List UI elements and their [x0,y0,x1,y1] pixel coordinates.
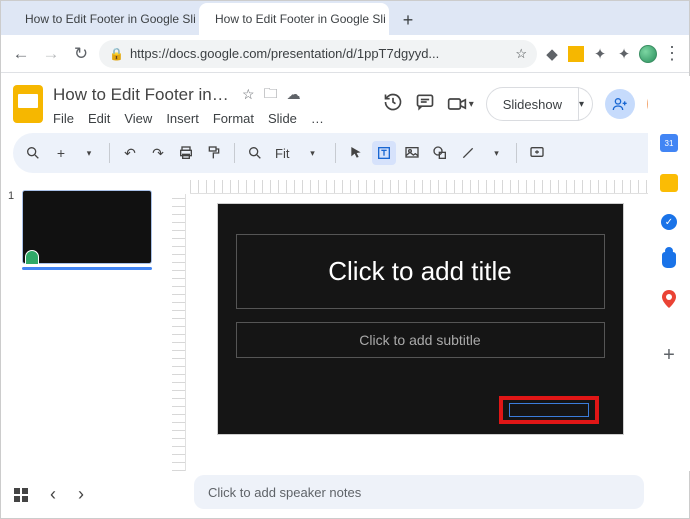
extensions-puzzle-icon[interactable]: ✦ [615,45,633,63]
calendar-icon[interactable] [660,134,678,152]
menu-file[interactable]: File [53,111,74,126]
browser-tab-1[interactable]: How to Edit Footer in Google Sli × [199,3,389,35]
slideshow-button[interactable]: Slideshow [486,87,579,121]
thumb-1-selection [22,267,152,270]
browser-tabstrip: How to Edit Footer in Google Sli × How t… [1,1,689,35]
toolbar-paint-format-button[interactable] [202,141,226,165]
menu-format[interactable]: Format [213,111,254,126]
menu-insert[interactable]: Insert [166,111,199,126]
thumb-1-number: 1 [8,190,16,264]
meet-caret-icon: ▾ [469,99,474,110]
extension-3-icon[interactable]: ✦ [591,45,609,63]
share-button[interactable] [605,89,635,119]
toolbar-zoom-button[interactable] [243,141,267,165]
nav-back-button[interactable]: ← [9,44,33,64]
ruler-vertical[interactable] [172,194,186,471]
browser-tab-0[interactable]: How to Edit Footer in Google Sli × [9,3,199,35]
lock-icon: 🔒 [109,47,124,61]
toolbar-zoom-caret[interactable]: ▾ [297,141,327,165]
profile-avatar-icon[interactable] [639,45,657,63]
extension-1-icon[interactable]: ◆ [543,45,561,63]
doc-move-icon[interactable]: 🗀 [264,83,278,107]
toolbar-undo-button[interactable]: ↶ [118,141,142,165]
next-slide-button[interactable]: › [78,484,84,505]
toolbar-search-button[interactable] [21,141,45,165]
side-panel: + [648,76,690,471]
browser-menu-button[interactable]: ⋮ [663,43,681,64]
url-text: https://docs.google.com/presentation/d/1… [130,46,509,61]
toolbar-line-button[interactable] [456,141,480,165]
toolbar: + ▾ ↶ ↷ Fit ▾ ▾ ⌃ [13,133,677,173]
address-bar[interactable]: 🔒 https://docs.google.com/presentation/d… [99,40,537,68]
tasks-icon[interactable] [661,214,677,230]
thumb-1[interactable] [22,190,152,264]
toolbar-new-slide-button[interactable]: + [49,141,73,165]
filmstrip[interactable]: 1 [0,180,172,471]
toolbar-print-button[interactable] [174,141,198,165]
contacts-icon[interactable] [662,252,676,268]
highlight-annotation [499,396,599,424]
toolbar-new-slide-caret[interactable]: ▾ [77,141,101,165]
app-header: How to Edit Footer in G... ☆ 🗀 ☁ File Ed… [1,73,689,129]
browser-toolbar: ← → ↻ 🔒 https://docs.google.com/presenta… [1,35,689,73]
extension-2-icon[interactable] [567,45,585,63]
menu-bar: File Edit View Insert Format Slide … [53,111,373,126]
addons-plus-icon[interactable]: + [663,344,675,367]
browser-tab-1-title: How to Edit Footer in Google Sli [215,12,386,26]
slide-canvas[interactable]: Click to add title Click to add subtitle [218,204,623,434]
workarea: 1 Click to add title Click to add subtit… [0,180,648,471]
toolbar-select-button[interactable] [344,141,368,165]
doc-star-icon[interactable]: ☆ [242,86,255,103]
canvas-area: Click to add title Click to add subtitle [172,180,648,471]
history-icon[interactable] [383,92,403,117]
grid-view-button[interactable] [14,488,28,502]
toolbar-image-button[interactable] [400,141,424,165]
nav-forward-button[interactable]: → [39,44,63,64]
toolbar-redo-button[interactable]: ↷ [146,141,170,165]
theme-badge-icon [25,250,39,264]
toolbar-line-caret[interactable]: ▾ [484,141,508,165]
slides-logo-icon[interactable] [13,85,43,123]
toolbar-shape-button[interactable] [428,141,452,165]
maps-icon[interactable] [662,290,676,308]
doc-title[interactable]: How to Edit Footer in G... [53,85,233,105]
toolbar-zoom-label[interactable]: Fit [271,146,293,161]
menu-slide[interactable]: Slide [268,111,297,126]
subtitle-placeholder[interactable]: Click to add subtitle [236,322,605,358]
new-tab-button[interactable]: + [395,7,421,33]
menu-edit[interactable]: Edit [88,111,110,126]
meet-button[interactable]: ▾ [447,96,474,112]
keep-icon[interactable] [660,174,678,192]
ruler-horizontal[interactable] [190,180,648,194]
menu-view[interactable]: View [124,111,152,126]
slideshow-caret-button[interactable]: ▾ [571,87,593,121]
title-placeholder[interactable]: Click to add title [236,234,605,309]
menu-more[interactable]: … [311,111,324,126]
bottom-left-controls: ‹ › [14,484,84,505]
toolbar-textbox-button[interactable] [372,141,396,165]
nav-reload-button[interactable]: ↻ [69,44,93,64]
doc-cloud-icon[interactable]: ☁ [287,86,301,103]
speaker-notes[interactable]: Click to add speaker notes [194,475,644,509]
comments-icon[interactable] [415,92,435,117]
prev-slide-button[interactable]: ‹ [50,484,56,505]
browser-tab-0-title: How to Edit Footer in Google Sli [25,12,196,26]
toolbar-insert-comment-button[interactable] [525,141,549,165]
bookmark-star-icon[interactable]: ☆ [515,46,527,62]
footer-placeholder[interactable] [509,403,589,417]
